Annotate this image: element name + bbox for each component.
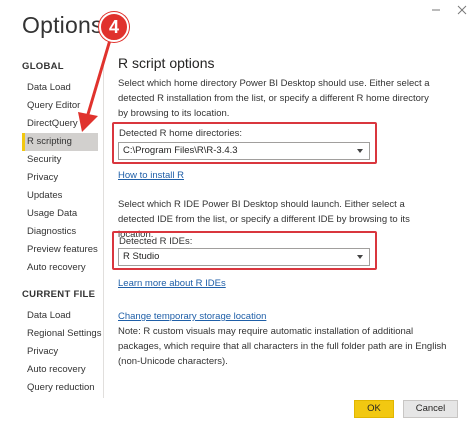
sidebar-item-current-privacy[interactable]: Privacy bbox=[22, 343, 98, 361]
change-storage-link[interactable]: Change temporary storage location bbox=[118, 311, 266, 322]
sidebar-section-global: GLOBAL bbox=[22, 61, 64, 72]
sidebar-item-current-data-load[interactable]: Data Load bbox=[22, 307, 98, 325]
minimize-icon[interactable] bbox=[430, 4, 442, 16]
ide-highlight bbox=[112, 231, 377, 270]
sidebar-item-usage-data[interactable]: Usage Data bbox=[22, 205, 98, 223]
sidebar-item-privacy[interactable]: Privacy bbox=[22, 169, 98, 187]
r-visuals-note: Note: R custom visuals may require autom… bbox=[118, 326, 447, 367]
sidebar-item-preview-features[interactable]: Preview features bbox=[22, 241, 98, 259]
home-directory-description: Select which home directory Power BI Des… bbox=[118, 78, 430, 119]
ok-button[interactable]: OK bbox=[354, 400, 394, 418]
sidebar-item-r-scripting[interactable]: R scripting bbox=[22, 133, 98, 151]
sidebar-item-query-editor[interactable]: Query Editor bbox=[22, 97, 98, 115]
sidebar-item-updates[interactable]: Updates bbox=[22, 187, 98, 205]
close-icon[interactable] bbox=[456, 4, 468, 16]
sidebar-item-security[interactable]: Security bbox=[22, 151, 98, 169]
sidebar-item-directquery[interactable]: DirectQuery bbox=[22, 115, 98, 133]
learn-more-ide-link[interactable]: Learn more about R IDEs bbox=[118, 278, 226, 289]
cancel-button[interactable]: Cancel bbox=[403, 400, 458, 418]
section-heading: R script options bbox=[118, 55, 215, 71]
sidebar-item-query-reduction[interactable]: Query reduction bbox=[22, 379, 98, 397]
sidebar-item-current-auto-recovery[interactable]: Auto recovery bbox=[22, 361, 98, 379]
window-controls bbox=[430, 4, 468, 16]
sidebar-section-current-file: CURRENT FILE bbox=[22, 289, 96, 300]
dialog-title: Options bbox=[22, 12, 103, 38]
home-directory-highlight bbox=[112, 122, 377, 164]
install-r-link[interactable]: How to install R bbox=[118, 170, 184, 181]
sidebar-item-diagnostics[interactable]: Diagnostics bbox=[22, 223, 98, 241]
sidebar-item-auto-recovery[interactable]: Auto recovery bbox=[22, 259, 98, 277]
step-callout-badge: 4 bbox=[99, 12, 129, 42]
sidebar-item-data-load[interactable]: Data Load bbox=[22, 79, 98, 97]
sidebar-item-regional-settings[interactable]: Regional Settings bbox=[22, 325, 101, 343]
